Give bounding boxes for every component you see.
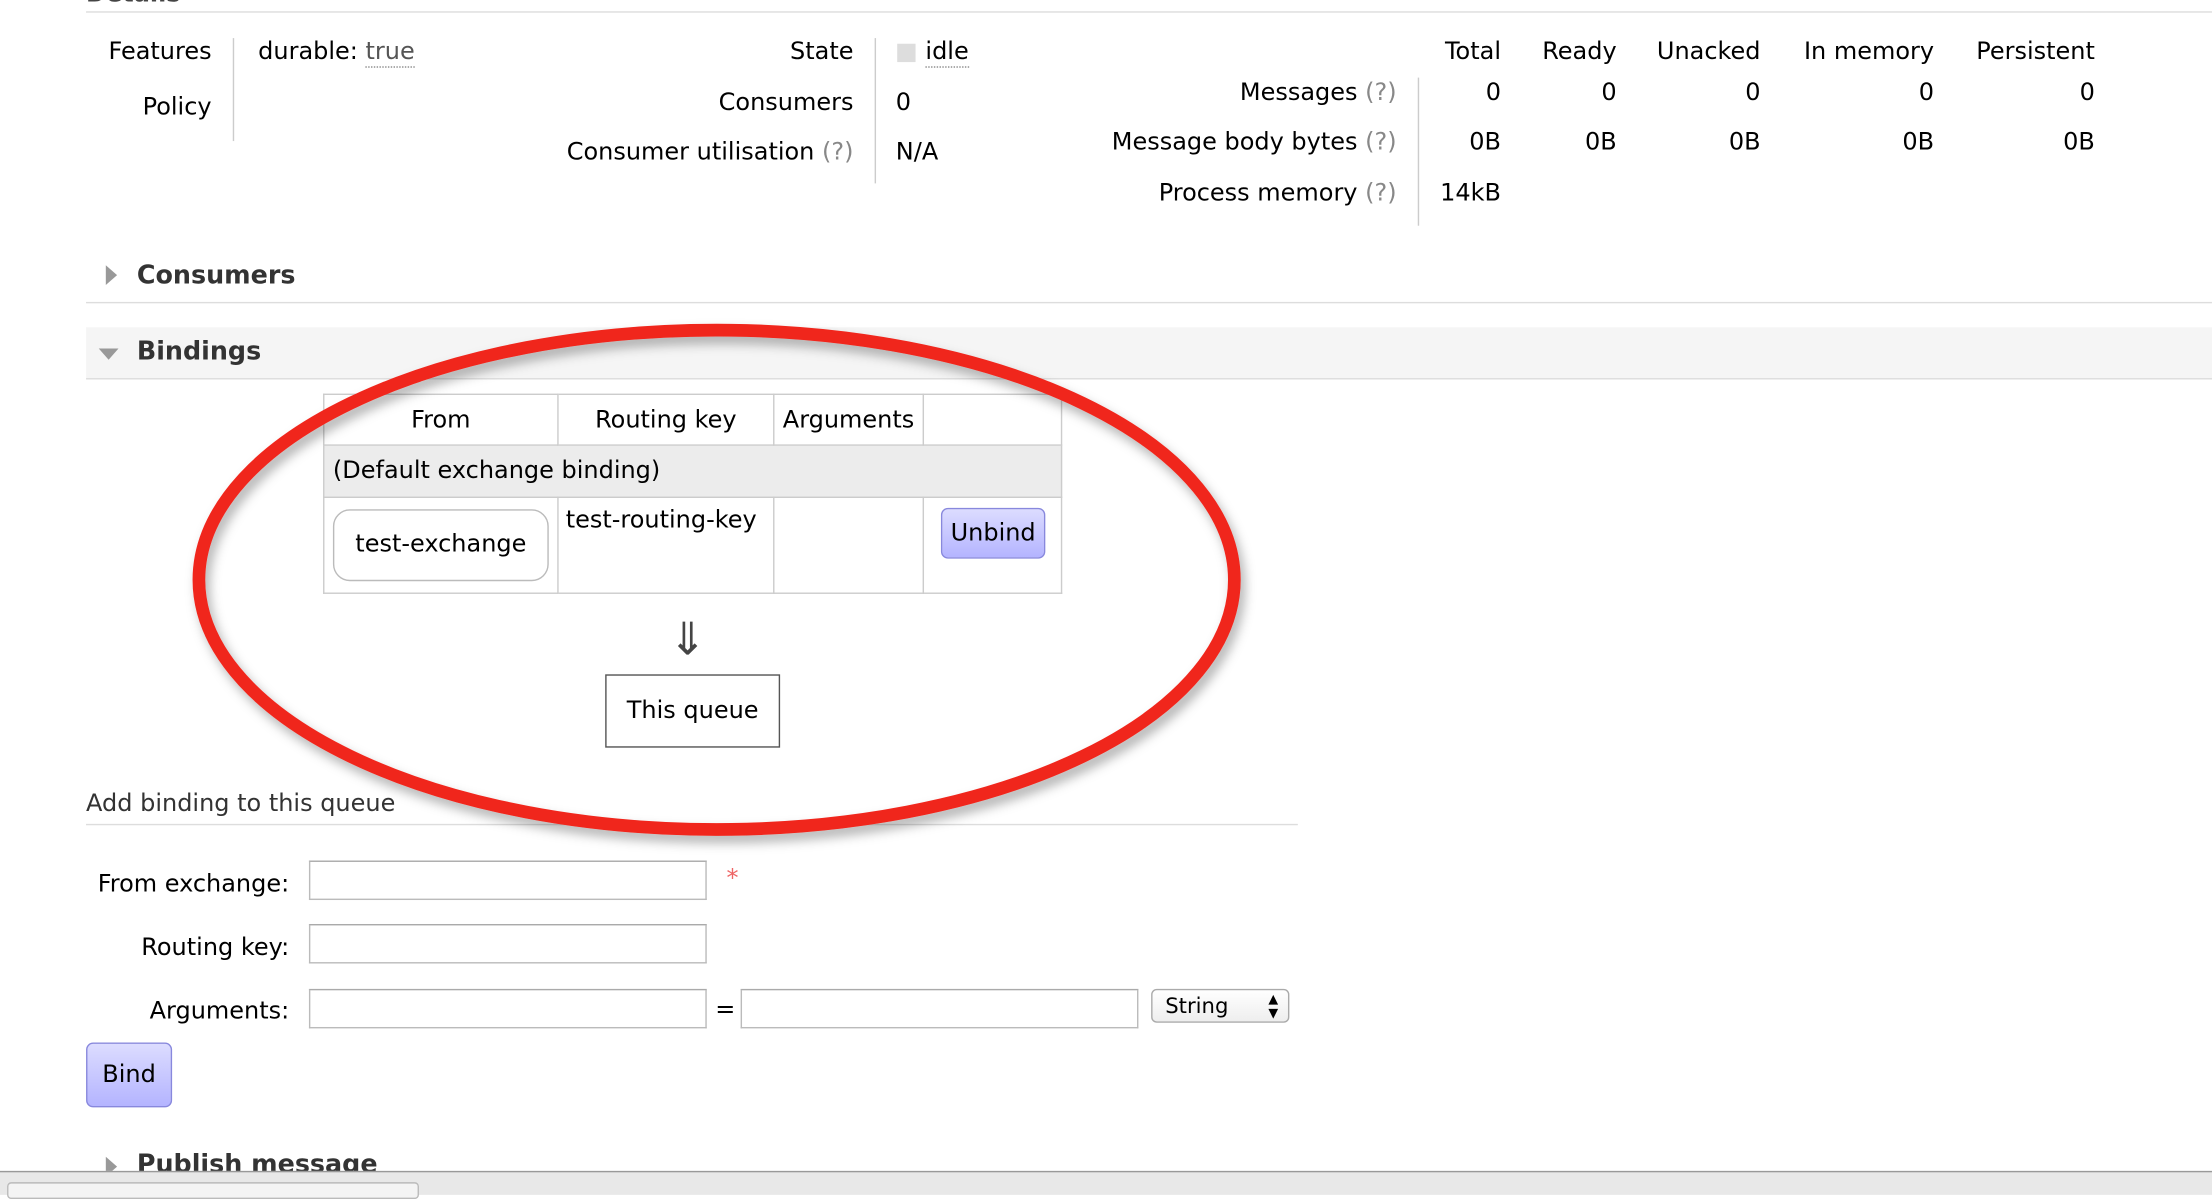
queue-page: Details Features Policy durable: true St… bbox=[0, 0, 2212, 1199]
annotation-overlay bbox=[192, 323, 1241, 836]
red-circle-annotation bbox=[192, 323, 1241, 836]
